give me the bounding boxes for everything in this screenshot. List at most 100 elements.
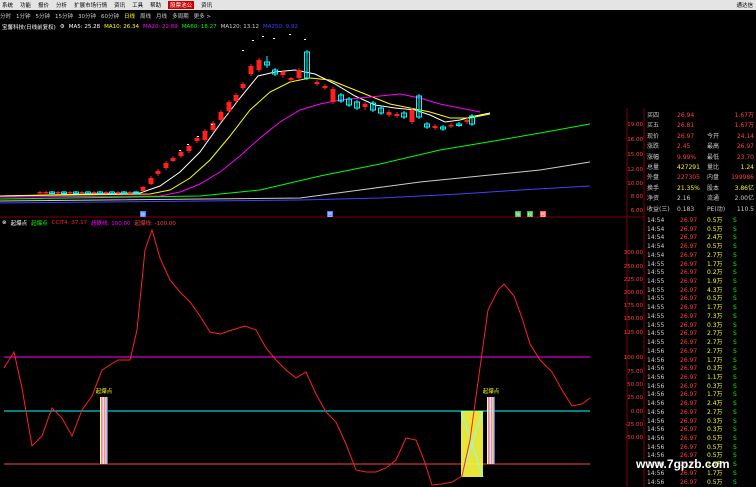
tick-price: 26.97: [680, 312, 698, 320]
svg-text:回: 回: [328, 212, 333, 218]
tick-direction: S: [733, 260, 737, 268]
candle-25: [202, 129, 208, 142]
tick-row: 14:54 26.97 0.5万 S: [645, 217, 756, 226]
tick-direction: S: [733, 443, 737, 451]
tick-volume: 1.7万: [707, 304, 723, 312]
candle-21: [170, 156, 176, 162]
candle-dot-6: [262, 36, 264, 37]
tick-volume: 0.3万: [707, 382, 723, 390]
tick-row: 14:54 26.97 2.4万 S: [645, 234, 756, 243]
quote-value: 26.97: [736, 143, 754, 151]
tick-volume: 2.4万: [707, 234, 723, 242]
price-axis-label: 8.00: [631, 194, 644, 200]
watermark: www.7gpzb.com: [636, 457, 730, 471]
candlesticks: [37, 34, 475, 194]
tick-price: 26.97: [680, 286, 698, 294]
tick-time: 14:55: [647, 330, 665, 338]
candle-53: [424, 122, 430, 129]
quote-label: 流通: [707, 195, 720, 203]
tick-time: 14:56: [647, 469, 665, 477]
tick-direction: S: [733, 217, 737, 224]
svg-text:权: 权: [528, 211, 533, 218]
tick-price: 26.97: [680, 251, 698, 259]
signal-label: 起爆点: [483, 387, 500, 395]
tick-row: 14:55 26.97 0.5万 S: [645, 295, 756, 304]
tick-time: 14:54: [647, 225, 665, 233]
tick-price: 26.97: [680, 391, 698, 399]
tick-row: 14:54 26.97 2.7万 S: [645, 252, 756, 261]
tick-time: 14:56: [647, 347, 665, 355]
tick-row: 14:56 26.97 0.5万 S: [645, 435, 756, 444]
quote-label: 最高: [707, 143, 720, 151]
tick-row: 14:56 26.97 0.3万 S: [645, 383, 756, 392]
indicator-close-icon[interactable]: ⊗: [2, 220, 7, 226]
tick-row: 14:55 26.97 0.2万 S: [645, 269, 756, 278]
candle-marker-0: 除: [140, 211, 146, 218]
tick-direction: S: [733, 382, 737, 390]
quote-value: 23.70: [736, 153, 754, 161]
indicator-axis-label: -50.00: [625, 435, 643, 441]
tick-row: 14:56 26.97 0.5万 S: [645, 479, 756, 487]
tick-row: 14:56 26.97 1.7万 S: [645, 357, 756, 366]
tick-time: 14:56: [647, 356, 665, 364]
tick-direction: S: [733, 295, 737, 303]
tick-price: 26.97: [680, 356, 698, 364]
candle-marker-1: 回: [327, 211, 333, 218]
candle-14: [121, 191, 127, 194]
indicator-axis-label: 225.00: [624, 277, 644, 283]
tick-volume: 2.7万: [707, 251, 723, 259]
candle-43: [346, 97, 352, 107]
tick-time: 14:56: [647, 443, 665, 451]
tick-time: 14:55: [647, 321, 665, 329]
tick-price: 26.97: [680, 347, 698, 355]
tick-volume: 1.7万: [707, 260, 723, 268]
candle-40: [322, 84, 328, 90]
price-axis-label: 16.00: [627, 137, 643, 143]
tick-volume: 0.5万: [707, 478, 723, 486]
tick-row: 14:54 26.97 0.5万 S: [645, 226, 756, 235]
tick-time: 14:54: [647, 234, 665, 242]
candle-41: [330, 87, 336, 104]
candle-49: [394, 112, 400, 118]
tick-direction: S: [733, 435, 737, 442]
svg-text:除: 除: [516, 211, 521, 218]
quote-row: 涨幅 9.99% 最低 23.70: [645, 154, 756, 162]
tick-list[interactable]: 14:54 26.97 0.5万 S 14:54 26.97 0.5万 S 14:54 26.97…: [645, 217, 756, 487]
tick-row: 14:55 26.97 4.3万 S: [645, 287, 756, 296]
tick-price: 26.97: [680, 278, 698, 286]
quote-label: 总量: [647, 164, 660, 171]
quote-value: 26.97: [677, 132, 695, 140]
tick-direction: S: [733, 339, 737, 347]
tick-time: 14:55: [647, 312, 665, 320]
candle-55: [440, 125, 446, 131]
tick-price: 26.97: [680, 469, 698, 477]
kline-chart[interactable]: 除回除权回 19.0016.0015.0012.0010.008.006.00 …: [0, 0, 756, 487]
quote-label: 买五: [647, 122, 660, 130]
indicator-axis-label: 50.00: [627, 382, 643, 388]
candle-marker-4: 回: [540, 211, 546, 218]
candle-dot-0: [179, 150, 181, 151]
quote-label: 涨跌: [647, 143, 660, 151]
tick-direction: S: [733, 243, 737, 251]
tick-time: 14:54: [647, 243, 665, 251]
candle-33: [264, 56, 270, 68]
tick-volume: 1.7万: [707, 391, 723, 399]
candle-46: [370, 101, 376, 112]
candle-39: [314, 80, 320, 86]
indicator-axis-label: 200.00: [624, 290, 644, 296]
candle-dot-9: [304, 39, 306, 40]
tick-volume: 0.5万: [707, 243, 723, 251]
candle-18: [148, 176, 154, 185]
candle-marker-3: 权: [527, 211, 533, 218]
tick-volume: 2.7万: [707, 347, 723, 355]
tick-direction: S: [733, 469, 737, 477]
tick-price: 26.97: [680, 243, 698, 251]
candle-48: [386, 110, 392, 117]
indicator-name: 起爆点: [10, 220, 28, 227]
candle-12: [109, 191, 115, 194]
tick-row: 14:56 26.97 1.1万 S: [645, 374, 756, 383]
tick-direction: S: [733, 365, 737, 373]
candle-59: [469, 114, 475, 126]
tick-direction: S: [733, 321, 737, 329]
tick-volume: 4.3万: [707, 286, 723, 294]
